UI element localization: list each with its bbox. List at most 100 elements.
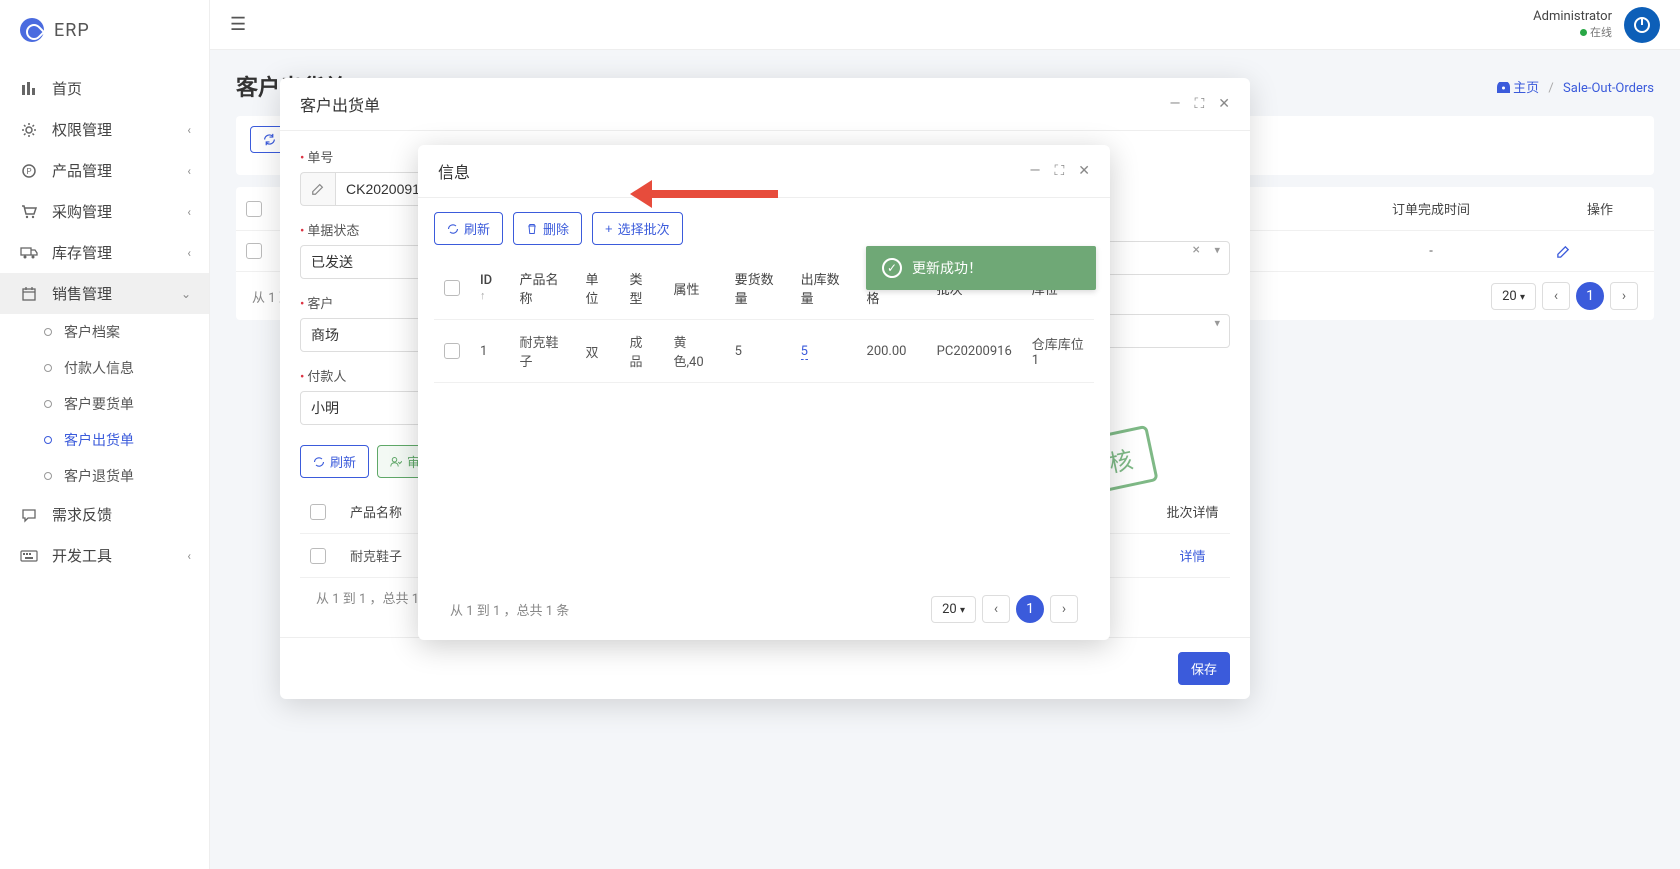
nav-product[interactable]: P 产品管理 ‹ — [0, 150, 209, 191]
nav-home[interactable]: 首页 — [0, 68, 209, 109]
select-batch-button[interactable]: +选择批次 — [592, 212, 683, 245]
nav-label: 销售管理 — [52, 283, 112, 304]
user-info[interactable]: Administrator 在线 — [1533, 9, 1612, 40]
clear-icon[interactable]: × — [1193, 242, 1200, 258]
nav-sales[interactable]: 销售管理 ⌄ — [0, 273, 209, 314]
inner-refresh-button[interactable]: 刷新 — [300, 445, 369, 478]
inner-select-all[interactable] — [310, 504, 326, 520]
row-checkbox[interactable] — [246, 243, 262, 259]
subnav-shipment-order[interactable]: 客户出货单 — [0, 422, 209, 458]
nav-dev-tools[interactable]: 开发工具 ‹ — [0, 535, 209, 576]
info-pager-info: 从 1 到 1 ，总共 1 条 — [450, 600, 569, 619]
tag-icon: P — [20, 163, 38, 179]
col-batch-detail: 批次详情 — [1155, 490, 1230, 534]
nav-purchase[interactable]: 采购管理 ‹ — [0, 191, 209, 232]
truck-icon — [20, 246, 38, 260]
hamburger-icon[interactable]: ☰ — [230, 14, 246, 35]
dashboard-icon — [1497, 81, 1513, 96]
nav-label: 采购管理 — [52, 201, 112, 222]
success-toast: ✓ 更新成功！ — [866, 246, 1096, 290]
page-size-select-info[interactable]: 20 ▾ — [931, 596, 976, 623]
info-delete-button[interactable]: 删除 — [513, 212, 582, 245]
nav-label: 首页 — [52, 78, 82, 99]
info-table-row[interactable]: 1 耐克鞋子 双 成品 黄色,40 5 5 200.00 PC20200916 … — [434, 320, 1094, 383]
detail-link[interactable]: 详情 — [1179, 550, 1205, 565]
chevron-left-icon: ‹ — [187, 246, 191, 260]
page-1-main[interactable]: 1 — [1576, 282, 1604, 310]
next-page-main[interactable]: › — [1610, 282, 1638, 310]
power-button[interactable] — [1624, 7, 1660, 43]
brand-text: ERP — [54, 20, 90, 41]
keyboard-icon — [20, 550, 38, 562]
subnav-demand-order[interactable]: 客户要货单 — [0, 386, 209, 422]
select-all-checkbox[interactable] — [246, 201, 262, 217]
gear-icon — [20, 122, 38, 138]
chevron-left-icon: ‹ — [187, 164, 191, 178]
info-row-checkbox[interactable] — [444, 343, 460, 359]
col-action: 操作 — [1546, 187, 1654, 231]
nav-label: 产品管理 — [52, 160, 112, 181]
col-out-qty[interactable]: 出库数量 — [791, 257, 857, 320]
topbar: ☰ Administrator 在线 — [210, 0, 1680, 50]
gauge-icon — [20, 81, 38, 97]
cart-icon — [20, 204, 38, 220]
breadcrumb-home[interactable]: 主页 — [1513, 81, 1539, 96]
inner-row-checkbox[interactable] — [310, 548, 326, 564]
nav-stock[interactable]: 库存管理 ‹ — [0, 232, 209, 273]
chevron-left-icon: ‹ — [187, 205, 191, 219]
nav-label: 需求反馈 — [52, 504, 112, 525]
prev-page-info[interactable]: ‹ — [982, 595, 1010, 623]
col-req-qty[interactable]: 要货数量 — [725, 257, 791, 320]
next-page-info[interactable]: › — [1050, 595, 1078, 623]
edit-icon[interactable] — [300, 172, 335, 206]
chevron-down-icon: ▾ — [1214, 243, 1220, 256]
user-name: Administrator — [1533, 9, 1612, 24]
page-1-info[interactable]: 1 — [1016, 595, 1044, 623]
breadcrumb-current[interactable]: Sale-Out-Orders — [1563, 81, 1654, 96]
edit-icon[interactable] — [1556, 244, 1644, 259]
nav-feedback[interactable]: 需求反馈 — [0, 494, 209, 535]
modal1-maximize[interactable]: ⛶ — [1194, 96, 1204, 112]
breadcrumb: 主页 / Sale-Out-Orders — [1497, 77, 1654, 96]
calendar-icon — [20, 286, 38, 302]
chevron-down-icon: ▾ — [1214, 316, 1220, 329]
info-refresh-button[interactable]: 刷新 — [434, 212, 503, 245]
sort-asc-icon: ↑ — [480, 289, 486, 302]
chevron-left-icon: ‹ — [187, 549, 191, 563]
modal2-close[interactable]: ✕ — [1078, 163, 1090, 179]
page-size-select-main[interactable]: 20 ▾ — [1491, 283, 1536, 310]
modal1-title: 客户出货单 — [300, 92, 380, 116]
col-id[interactable]: ID ↑ — [470, 257, 510, 320]
col-product[interactable]: 产品名称 — [510, 257, 576, 320]
chat-icon — [20, 507, 38, 523]
chevron-down-icon: ⌄ — [181, 287, 191, 301]
chevron-left-icon: ‹ — [187, 123, 191, 137]
info-select-all[interactable] — [444, 280, 460, 296]
check-icon: ✓ — [882, 258, 902, 278]
subnav-return-order[interactable]: 客户退货单 — [0, 458, 209, 494]
brand-icon — [20, 18, 44, 42]
modal2-title: 信息 — [438, 159, 470, 183]
user-status: 在线 — [1533, 24, 1612, 40]
nav-permission[interactable]: 权限管理 ‹ — [0, 109, 209, 150]
sidebar: ERP 首页 权限管理 ‹ P 产品管理 ‹ 采购管理 — [0, 0, 210, 869]
subnav-customer-archive[interactable]: 客户档案 — [0, 314, 209, 350]
nav-label: 开发工具 — [52, 545, 112, 566]
col-product: 产品名称 — [340, 490, 415, 534]
nav-label: 权限管理 — [52, 119, 112, 140]
modal1-close[interactable]: ✕ — [1218, 96, 1230, 112]
col-attr[interactable]: 属性 — [663, 257, 724, 320]
modal2-minimize[interactable]: — — [1030, 163, 1041, 179]
out-qty-link[interactable]: 5 — [801, 344, 808, 360]
col-unit[interactable]: 单位 — [576, 257, 620, 320]
nav-label: 库存管理 — [52, 242, 112, 263]
modal1-minimize[interactable]: — — [1170, 96, 1181, 112]
svg-text:P: P — [26, 167, 31, 176]
info-modal: 信息 — ⛶ ✕ 刷新 删除 +选择批次 ✓ 更新成功！ — [418, 145, 1110, 640]
col-type[interactable]: 类型 — [619, 257, 663, 320]
prev-page-main[interactable]: ‹ — [1542, 282, 1570, 310]
subnav-payer-info[interactable]: 付款人信息 — [0, 350, 209, 386]
save-button[interactable]: 保存 — [1178, 652, 1230, 685]
modal2-maximize[interactable]: ⛶ — [1054, 163, 1064, 179]
brand-logo: ERP — [0, 0, 209, 60]
